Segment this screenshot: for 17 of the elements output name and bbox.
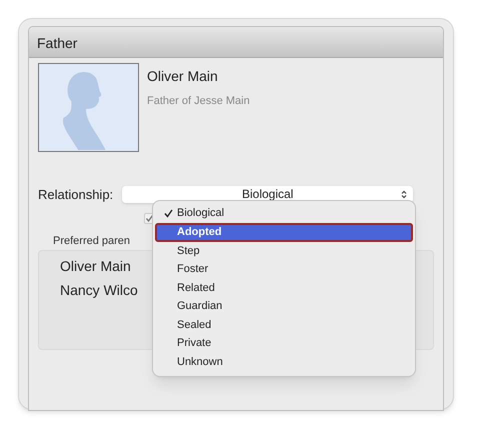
menu-item[interactable]: Related — [155, 278, 413, 297]
silhouette-icon — [38, 63, 139, 152]
menu-item[interactable]: Sealed — [155, 316, 413, 334]
relationship-label: Relationship: — [38, 186, 114, 204]
menu-item[interactable]: Adopted — [155, 222, 413, 242]
menu-item[interactable]: Guardian — [155, 297, 413, 316]
menu-item[interactable]: Foster — [155, 260, 413, 278]
checkmark-icon — [164, 209, 173, 218]
person-subtitle: Father of Jesse Main — [147, 94, 250, 109]
panel-title: Father — [29, 27, 443, 58]
stepper-icon — [401, 190, 408, 200]
menu-item[interactable]: Step — [155, 242, 413, 260]
person-name: Oliver Main — [147, 67, 219, 86]
menu-item[interactable]: Unknown — [155, 352, 413, 371]
menu-item[interactable]: Biological — [155, 204, 413, 222]
preferred-parents-label: Preferred paren — [52, 234, 132, 248]
menu-item[interactable]: Private — [155, 334, 413, 352]
